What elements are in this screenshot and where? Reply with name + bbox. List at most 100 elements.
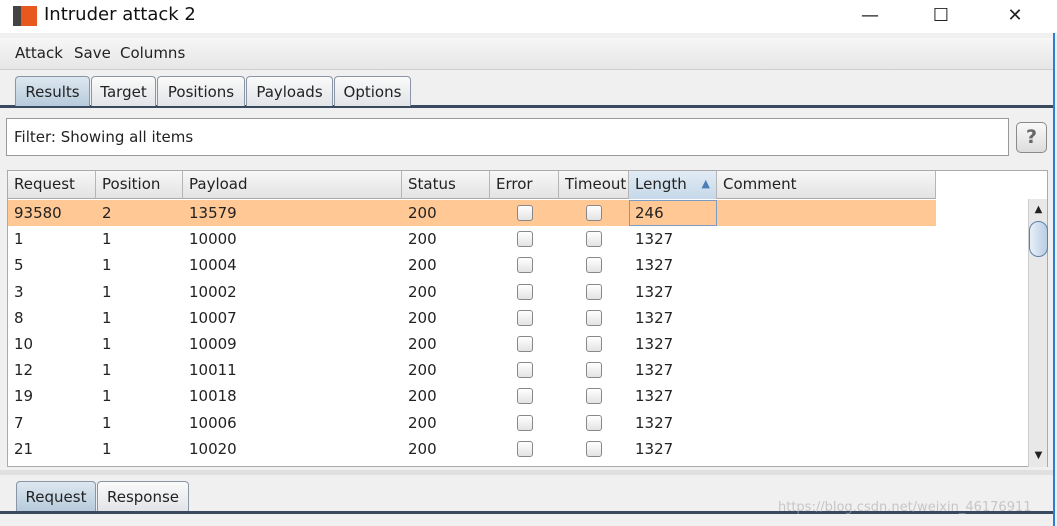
error-checkbox[interactable]: [516, 257, 533, 274]
filter-bar[interactable]: Filter: Showing all items: [6, 118, 1009, 156]
cell-payload: 10018: [189, 387, 237, 406]
tab-request[interactable]: Request: [16, 481, 96, 511]
scroll-up-icon[interactable]: ▲: [1029, 201, 1048, 219]
cell-request: 1: [14, 230, 24, 249]
cell-status: 200: [408, 204, 437, 222]
column-header-payload[interactable]: Payload: [183, 171, 402, 199]
timeout-checkbox[interactable]: [586, 309, 602, 326]
error-checkbox[interactable]: [516, 414, 533, 431]
table-row[interactable]: 8 1 10007 200 1327: [8, 305, 936, 331]
tab-positions[interactable]: Positions: [157, 76, 245, 106]
cell-status: 200: [408, 413, 437, 432]
column-label: Error: [496, 175, 533, 193]
error-checkbox[interactable]: [516, 205, 533, 221]
error-checkbox[interactable]: [516, 362, 533, 379]
table-row[interactable]: 19 1 10018 200 1327: [8, 383, 936, 409]
cell-status: 200: [408, 230, 437, 249]
error-checkbox[interactable]: [516, 440, 533, 457]
table-row[interactable]: 1 1 10000 200 1327: [8, 226, 936, 252]
column-header-timeout[interactable]: Timeout: [559, 171, 629, 199]
cell-length: 1327: [635, 256, 674, 275]
error-checkbox[interactable]: [516, 336, 533, 352]
results-table: Request Position Payload Status Error Timeout…: [7, 170, 1048, 467]
menu-attack[interactable]: Attack: [15, 44, 63, 62]
column-label: Status: [408, 175, 456, 193]
error-checkbox[interactable]: [516, 231, 533, 248]
cell-status: 200: [408, 361, 437, 380]
table-row[interactable]: 93580 2 13579 200 246: [8, 200, 936, 226]
burp-logo-icon: [13, 6, 37, 26]
maximize-button[interactable]: ☐: [918, 2, 964, 30]
cell-position: 1: [102, 335, 112, 353]
cell-position: 1: [102, 256, 112, 275]
menu-columns[interactable]: Columns: [120, 44, 185, 62]
error-checkbox[interactable]: [516, 309, 533, 326]
tab-payloads[interactable]: Payloads: [246, 76, 333, 106]
cell-payload: 10000: [189, 230, 237, 249]
minimize-button[interactable]: —: [847, 2, 893, 30]
tab-results[interactable]: Results: [15, 76, 90, 106]
cell-comment: [717, 357, 936, 383]
timeout-checkbox[interactable]: [586, 362, 602, 379]
help-button[interactable]: ?: [1016, 122, 1047, 153]
timeout-checkbox[interactable]: [586, 283, 602, 300]
menu-bar: Attack Save Columns: [0, 38, 1053, 70]
cell-length: 1327: [635, 335, 674, 353]
cell-position: 1: [102, 361, 112, 380]
cell-payload: 10006: [189, 413, 237, 432]
cell-status: 200: [408, 439, 437, 458]
error-checkbox[interactable]: [516, 283, 533, 300]
column-header-status[interactable]: Status: [402, 171, 490, 199]
window-border: [1053, 33, 1055, 526]
table-row[interactable]: 12 1 10011 200 1327: [8, 357, 936, 383]
column-header-position[interactable]: Position: [96, 171, 183, 199]
timeout-checkbox[interactable]: [586, 257, 602, 274]
cell-comment: [717, 331, 936, 357]
column-label: Timeout: [565, 175, 627, 193]
timeout-checkbox[interactable]: [586, 388, 602, 405]
table-row[interactable]: 21 1 10020 200 1327: [8, 436, 936, 462]
cell-position: 1: [102, 230, 112, 249]
sort-ascending-icon: ▲: [701, 177, 710, 190]
window-title: Intruder attack 2: [44, 4, 196, 25]
timeout-checkbox[interactable]: [586, 205, 602, 221]
scroll-thumb[interactable]: [1029, 221, 1048, 257]
table-row[interactable]: 7 1 10006 200 1327: [8, 410, 936, 436]
column-header-comment[interactable]: Comment: [717, 171, 936, 199]
table-row[interactable]: 10 1 10009 200 1327: [8, 331, 936, 357]
cell-comment: [717, 410, 936, 436]
table-row[interactable]: 5 1 10004 200 1327: [8, 252, 936, 278]
cell-comment: [717, 436, 936, 462]
cell-status: 200: [408, 387, 437, 406]
column-header-length[interactable]: Length ▲: [629, 171, 717, 199]
table-row[interactable]: 3 1 10002 200 1327: [8, 279, 936, 305]
cell-length: 1327: [635, 361, 674, 380]
vertical-scrollbar[interactable]: ▲ ▼: [1028, 199, 1048, 467]
column-label: Payload: [189, 175, 248, 193]
column-header-request[interactable]: Request: [8, 171, 96, 199]
tab-response[interactable]: Response: [97, 481, 189, 511]
cell-status: 200: [408, 282, 437, 301]
timeout-checkbox[interactable]: [586, 336, 602, 352]
menu-save[interactable]: Save: [74, 44, 111, 62]
cell-position: 1: [102, 439, 112, 458]
cell-position: 1: [102, 308, 112, 327]
close-button[interactable]: ✕: [992, 2, 1038, 30]
column-label: Position: [102, 175, 161, 193]
cell-request: 19: [14, 387, 34, 406]
cell-payload: 10007: [189, 308, 237, 327]
cell-comment: [717, 252, 936, 278]
cell-status: 200: [408, 256, 437, 275]
cell-payload: 10011: [189, 361, 237, 380]
timeout-checkbox[interactable]: [586, 231, 602, 248]
tab-options[interactable]: Options: [334, 76, 411, 106]
cell-payload: 13579: [189, 204, 237, 222]
scroll-down-icon[interactable]: ▼: [1029, 447, 1048, 465]
timeout-checkbox[interactable]: [586, 440, 602, 457]
main-tabs: Results Target Positions Payloads Option…: [0, 76, 1053, 108]
error-checkbox[interactable]: [516, 388, 533, 405]
tab-target[interactable]: Target: [91, 76, 156, 106]
column-header-error[interactable]: Error: [490, 171, 559, 199]
timeout-checkbox[interactable]: [586, 414, 602, 431]
split-pane-divider[interactable]: [0, 470, 1053, 475]
